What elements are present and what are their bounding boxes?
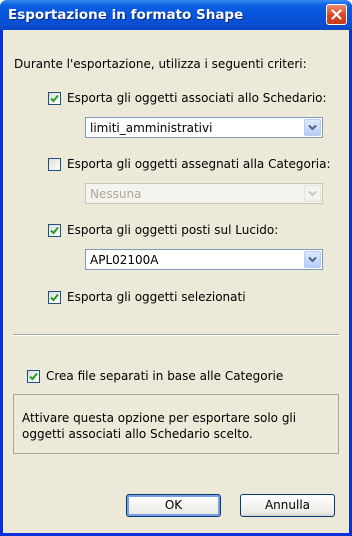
checkbox-categoria[interactable]	[48, 158, 61, 171]
help-text: Attivare questa opzione per esportare so…	[22, 411, 297, 441]
check-icon	[29, 372, 38, 381]
categoria-select-value: Nessuna	[90, 187, 142, 201]
checkbox-schedario-label[interactable]: Esporta gli oggetti associati allo Sched…	[67, 91, 327, 105]
schedario-dropdown-button[interactable]	[304, 119, 321, 136]
schedario-select[interactable]: limiti_amministrativi	[85, 117, 323, 138]
check-icon	[50, 94, 59, 103]
chevron-down-icon	[308, 256, 317, 263]
help-text-box: Attivare questa opzione per esportare so…	[13, 394, 339, 454]
schedario-select-value: limiti_amministrativi	[90, 121, 213, 135]
checkbox-schedario[interactable]	[48, 92, 61, 105]
checkbox-lucido-label[interactable]: Esporta gli oggetti posti sul Lucido:	[67, 223, 278, 237]
dialog-window: Esportazione in formato Shape Durante l'…	[0, 0, 352, 536]
close-button[interactable]	[326, 4, 347, 25]
lucido-select[interactable]: APL02100A	[85, 249, 323, 270]
close-icon	[331, 9, 342, 20]
checkbox-categoria-label[interactable]: Esporta gli oggetti assegnati alla Categ…	[67, 157, 331, 171]
categoria-dropdown-button[interactable]	[304, 185, 321, 202]
cancel-button[interactable]: Annulla	[240, 494, 335, 517]
intro-label: Durante l'esportazione, utilizza i segue…	[14, 57, 307, 71]
chevron-down-icon	[308, 124, 317, 131]
checkbox-selezionati[interactable]	[48, 291, 61, 304]
separator	[13, 334, 339, 336]
checkbox-file-separati[interactable]	[27, 370, 40, 383]
lucido-dropdown-button[interactable]	[304, 251, 321, 268]
lucido-select-value: APL02100A	[90, 253, 159, 267]
chevron-down-icon	[308, 190, 317, 197]
check-icon	[50, 293, 59, 302]
checkbox-file-separati-label[interactable]: Crea file separati in base alle Categori…	[46, 369, 283, 383]
checkbox-lucido[interactable]	[48, 224, 61, 237]
ok-button[interactable]: OK	[126, 494, 221, 517]
checkbox-selezionati-label[interactable]: Esporta gli oggetti selezionati	[67, 290, 246, 304]
dialog-content: Durante l'esportazione, utilizza i segue…	[3, 30, 349, 533]
window-title: Esportazione in formato Shape	[8, 7, 244, 23]
title-bar[interactable]: Esportazione in formato Shape	[0, 0, 352, 30]
categoria-select[interactable]: Nessuna	[85, 183, 323, 204]
check-icon	[50, 226, 59, 235]
